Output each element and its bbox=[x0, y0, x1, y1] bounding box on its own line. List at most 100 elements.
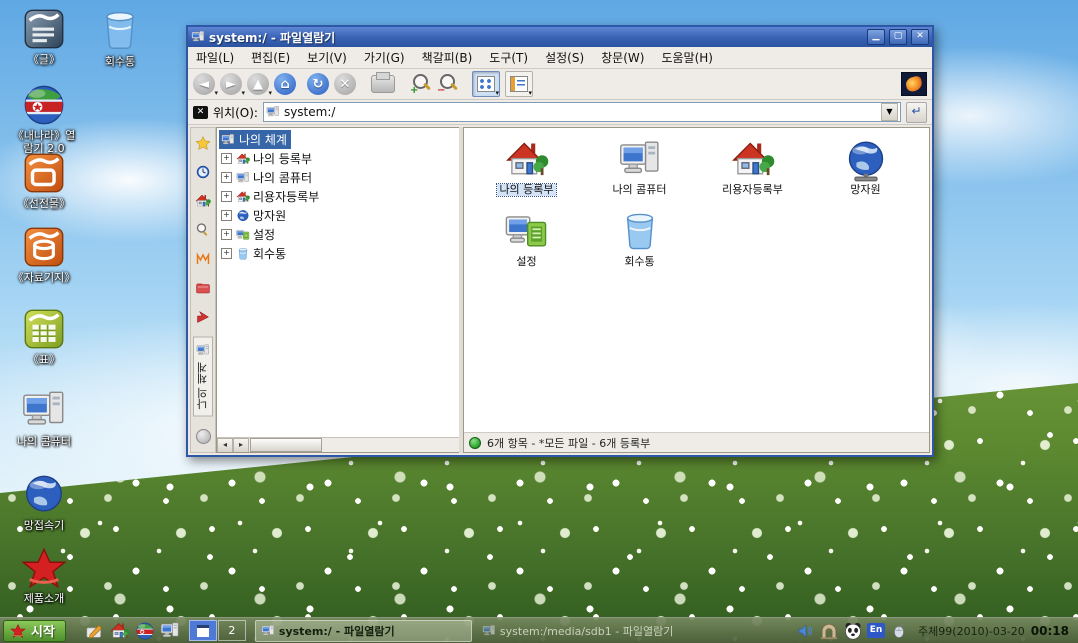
expander-icon[interactable]: + bbox=[221, 229, 232, 240]
tree-item-network-resources[interactable]: + 망자원 bbox=[221, 206, 459, 225]
file-view-panel: 나의 등록부 나의 콤퓨터 리용자등록부 망자원 bbox=[463, 127, 930, 453]
file-icon-label: 리용자등록부 bbox=[720, 184, 785, 196]
file-icon-users-directory[interactable]: 리용자등록부 bbox=[703, 138, 803, 210]
globe-icon bbox=[21, 472, 67, 518]
scrollbar-thumb[interactable] bbox=[250, 438, 322, 452]
menu-tools[interactable]: 도구(T) bbox=[489, 49, 528, 66]
location-input[interactable]: system:/ ▼ bbox=[263, 102, 901, 122]
menu-window[interactable]: 창문(W) bbox=[601, 49, 644, 66]
print-button[interactable] bbox=[371, 75, 395, 93]
icon-view-button[interactable]: ▾ bbox=[472, 71, 500, 97]
menu-view[interactable]: 보기(V) bbox=[307, 49, 347, 66]
sidebar-config-icon[interactable] bbox=[194, 428, 212, 446]
desktop-icon-naenara-browser[interactable]: 《내나라》열람기 2.0 bbox=[8, 82, 80, 155]
computer-icon bbox=[221, 133, 235, 147]
pager-desktop-2[interactable]: 2 bbox=[218, 620, 246, 641]
expander-icon[interactable]: + bbox=[221, 248, 232, 259]
globe-icon bbox=[236, 209, 250, 223]
back-button[interactable]: ◄▾ bbox=[193, 73, 215, 95]
menu-file[interactable]: 파일(L) bbox=[196, 49, 234, 66]
desktop-icon-writer[interactable]: 《글》 bbox=[8, 6, 80, 67]
desktop-icon-net-connector[interactable]: 망접속기 bbox=[8, 472, 80, 533]
desktop-icon-label: 망접속기 bbox=[24, 520, 64, 533]
mouse-device-icon[interactable] bbox=[889, 621, 909, 641]
tree-item-recycle-bin[interactable]: + 회수통 bbox=[221, 244, 459, 263]
clear-location-icon[interactable]: ✕ bbox=[193, 106, 208, 119]
desktop-icon-database[interactable]: 《자료기지》 bbox=[8, 224, 80, 285]
tree-horizontal-scrollbar[interactable]: ◂ ▸ bbox=[217, 437, 459, 452]
tree-item-settings[interactable]: + 설정 bbox=[221, 225, 459, 244]
location-dropdown-button[interactable]: ▼ bbox=[881, 103, 898, 121]
file-icon-recycle-bin[interactable]: 회수통 bbox=[590, 210, 690, 282]
bookmarks-tab-star-icon[interactable] bbox=[194, 134, 212, 152]
file-manager-window: system:/ - 파일열람기 ▁ ▢ ✕ 파일(L) 편집(E) 보기(V)… bbox=[186, 25, 934, 457]
arch-gate-icon[interactable] bbox=[819, 621, 839, 641]
quick-launch-naenara-icon[interactable] bbox=[135, 621, 155, 641]
history-tab-clock-icon[interactable] bbox=[194, 163, 212, 181]
menu-settings[interactable]: 설정(S) bbox=[545, 49, 584, 66]
multicolumn-view-button[interactable]: ▾ bbox=[505, 71, 533, 97]
scroll-right-icon[interactable]: ▸ bbox=[233, 438, 249, 453]
stop-button[interactable]: ✕ bbox=[334, 73, 356, 95]
trash-icon bbox=[97, 8, 143, 54]
red-folder-tab-icon[interactable] bbox=[194, 279, 212, 297]
up-button[interactable]: ▲▾ bbox=[247, 73, 269, 95]
metabar-tab-icon[interactable] bbox=[194, 250, 212, 268]
zoom-in-button[interactable]: + bbox=[410, 73, 432, 95]
location-value[interactable]: system:/ bbox=[284, 105, 877, 119]
start-button[interactable]: 시작 bbox=[3, 620, 66, 642]
taskbar-clock[interactable]: 주체99(2010)-03-20 00:18 bbox=[918, 623, 1069, 639]
desktop-icon-product-intro[interactable]: 제품소개 bbox=[8, 545, 80, 606]
expander-icon[interactable]: + bbox=[221, 210, 232, 221]
home-tab-icon[interactable] bbox=[194, 192, 212, 210]
reload-button[interactable]: ↻ bbox=[307, 73, 329, 95]
file-icon-settings[interactable]: 설정 bbox=[477, 210, 577, 282]
icon-view-area[interactable]: 나의 등록부 나의 콤퓨터 리용자등록부 망자원 bbox=[464, 128, 929, 432]
taskbar-task-file-manager[interactable]: system:/ - 파일열람기 bbox=[255, 620, 472, 642]
file-icon-my-directory[interactable]: 나의 등록부 bbox=[477, 138, 577, 210]
tree-item-my-computer[interactable]: + 나의 콤퓨터 bbox=[221, 168, 459, 187]
file-icon-my-computer[interactable]: 나의 콤퓨터 bbox=[590, 138, 690, 210]
network-tab-icon[interactable] bbox=[194, 308, 212, 326]
search-tab-icon[interactable] bbox=[194, 221, 212, 239]
forward-button[interactable]: ►▾ bbox=[220, 73, 242, 95]
menu-edit[interactable]: 편집(E) bbox=[251, 49, 290, 66]
desktop-icon-my-computer[interactable]: 나의 콤퓨터 bbox=[8, 388, 80, 449]
desktop-icon-recycle-bin[interactable]: 회수통 bbox=[84, 8, 156, 69]
panda-tray-icon[interactable] bbox=[843, 621, 863, 641]
close-button[interactable]: ✕ bbox=[911, 29, 929, 45]
expander-icon[interactable]: + bbox=[221, 191, 232, 202]
titlebar[interactable]: system:/ - 파일열람기 ▁ ▢ ✕ bbox=[188, 27, 932, 47]
desktop-icon-label: 나의 콤퓨터 bbox=[17, 436, 71, 449]
system-tray: En bbox=[795, 621, 909, 641]
maximize-button[interactable]: ▢ bbox=[889, 29, 907, 45]
menu-help[interactable]: 도움말(H) bbox=[661, 49, 713, 66]
volume-icon[interactable] bbox=[795, 621, 815, 641]
minimize-button[interactable]: ▁ bbox=[867, 29, 885, 45]
tree-item-users-directory[interactable]: + 리용자등록부 bbox=[221, 187, 459, 206]
status-led-icon bbox=[469, 437, 481, 449]
tree-item-my-system[interactable]: 나의 체계 bbox=[219, 130, 459, 149]
menu-bookmarks[interactable]: 책갈피(B) bbox=[422, 49, 473, 66]
home-button[interactable]: ⌂ bbox=[274, 73, 296, 95]
tree-item-my-directory[interactable]: + 나의 등록부 bbox=[221, 149, 459, 168]
quick-launch-computer-icon[interactable] bbox=[160, 621, 180, 641]
quick-launch-pen-icon[interactable] bbox=[85, 621, 105, 641]
quick-launch-home-icon[interactable] bbox=[110, 621, 130, 641]
task-label: system:/ - 파일열람기 bbox=[279, 623, 395, 639]
taskbar-task-media-sdb1[interactable]: system:/media/sdb1 - 파일열람기 bbox=[477, 621, 692, 641]
file-icon-network-resources[interactable]: 망자원 bbox=[816, 138, 916, 210]
desktop-icon-impress[interactable]: 《선전물》 bbox=[8, 150, 80, 211]
sidebar-active-tab[interactable]: 나의 체계 bbox=[193, 337, 213, 417]
pager-desktop-1[interactable] bbox=[189, 620, 217, 641]
expander-icon[interactable]: + bbox=[221, 172, 232, 183]
desktop: 《글》 회수통 《내나라》열람기 2.0 《선전물》 《자료기지》 《표》 나의… bbox=[0, 0, 1078, 643]
scroll-left-icon[interactable]: ◂ bbox=[217, 438, 233, 453]
go-button[interactable]: ↵ bbox=[906, 102, 927, 123]
status-bar: 6개 항목 - *모든 파일 - 6개 등록부 bbox=[464, 432, 929, 452]
desktop-icon-spreadsheet[interactable]: 《표》 bbox=[8, 306, 80, 367]
zoom-out-button[interactable]: − bbox=[437, 73, 459, 95]
menu-go[interactable]: 가기(G) bbox=[364, 49, 405, 66]
keyboard-layout-indicator[interactable]: En bbox=[867, 623, 885, 638]
expander-icon[interactable]: + bbox=[221, 153, 232, 164]
